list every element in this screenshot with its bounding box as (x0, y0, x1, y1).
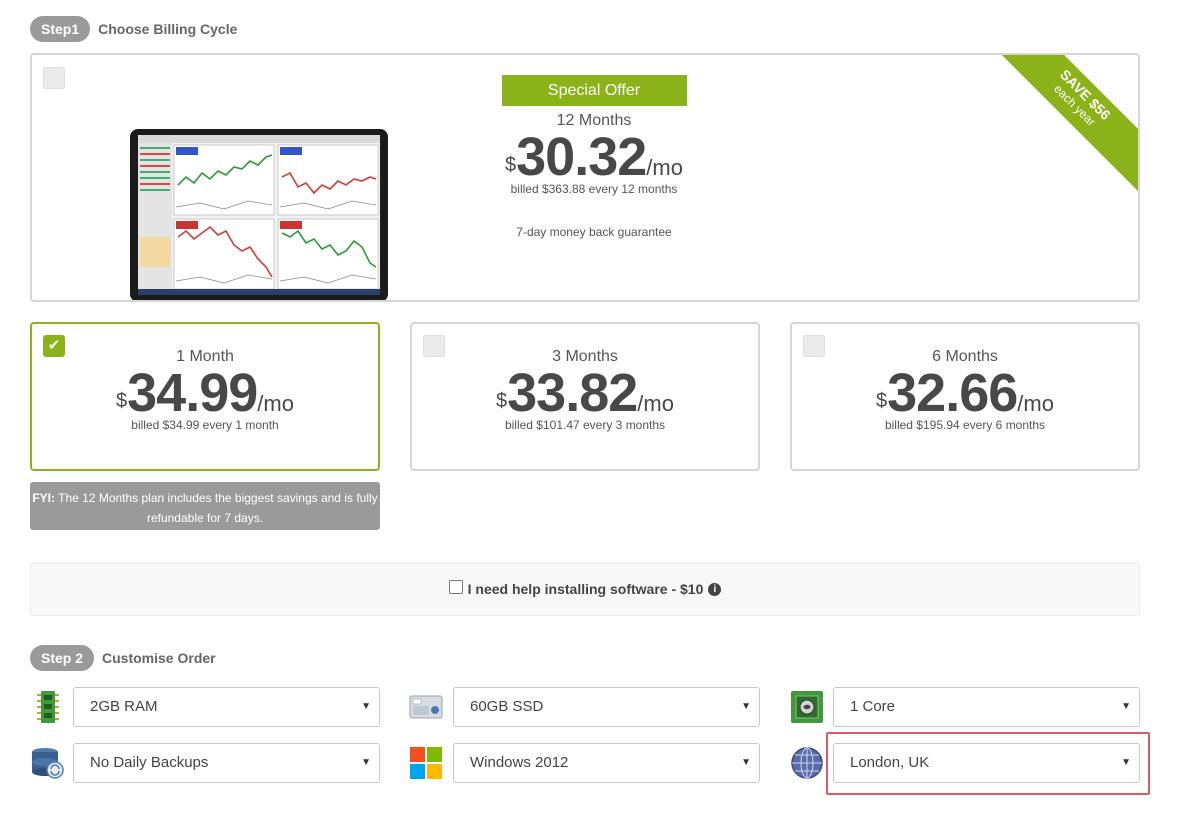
trading-platform-laptop-image (130, 129, 388, 300)
price-12-months: $30.32/mo (484, 126, 704, 188)
featured-plan-info: Special Offer 12 Months $30.32/mo billed… (484, 75, 704, 239)
plan-card-6-months[interactable]: 6 Months $32.66/mo billed $195.94 every … (790, 322, 1140, 471)
price-amount: 32.66 (887, 363, 1018, 423)
plan-card-3-months[interactable]: 3 Months $33.82/mo billed $101.47 every … (410, 322, 760, 471)
fyi-note: FYI: The 12 Months plan includes the big… (30, 482, 380, 530)
plan-info-3-months: 3 Months $33.82/mo billed $101.47 every … (412, 348, 758, 432)
price-amount: 34.99 (127, 363, 258, 423)
chevron-down-icon: ▼ (361, 701, 371, 712)
price-period: /mo (646, 155, 683, 180)
price-period: /mo (257, 391, 294, 416)
backups-select[interactable]: No Daily Backups ▼ (73, 743, 380, 783)
fyi-text: The 12 Months plan includes the biggest … (55, 491, 378, 525)
os-select-value: Windows 2012 (470, 754, 569, 771)
fyi-label: FYI: (32, 491, 56, 505)
plan-card-1-month[interactable]: ✔ 1 Month $34.99/mo billed $34.99 every … (30, 322, 380, 471)
ram-select-value: 2GB RAM (90, 698, 158, 715)
price-period: /mo (637, 391, 674, 416)
billed-text: billed $34.99 every 1 month (131, 418, 279, 432)
special-offer-badge: Special Offer (501, 75, 687, 106)
step1-badge: Step1 (30, 16, 91, 42)
price-amount: 30.32 (516, 127, 647, 187)
step2-badge: Step 2 (30, 645, 95, 671)
step1-title: Choose Billing Cycle (98, 21, 238, 37)
cpu-icon (791, 691, 823, 723)
storage-select-value: 60GB SSD (470, 698, 544, 715)
currency-symbol: $ (876, 390, 888, 412)
plan-info-6-months: 6 Months $32.66/mo billed $195.94 every … (792, 348, 1138, 432)
price-period: /mo (1017, 391, 1054, 416)
price-amount: 33.82 (507, 363, 638, 423)
price-3-months: $33.82/mo (412, 362, 758, 424)
currency-symbol: $ (116, 390, 128, 412)
globe-icon (791, 747, 823, 779)
billed-text: billed $101.47 every 3 months (504, 418, 666, 432)
ram-select[interactable]: 2GB RAM ▼ (73, 687, 380, 727)
info-icon[interactable]: i (708, 582, 722, 596)
money-back-guarantee: 7-day money back guarantee (516, 225, 672, 239)
windows-icon (410, 747, 442, 779)
install-help-checkbox[interactable] (448, 580, 463, 594)
currency-symbol: $ (505, 154, 517, 176)
price-1-month: $34.99/mo (32, 362, 378, 424)
backups-select-value: No Daily Backups (90, 754, 209, 771)
savings-ribbon: SAVE $56 each year (989, 55, 1138, 191)
cpu-select-value: 1 Core (850, 698, 896, 715)
install-help-label[interactable]: I need help installing software - $10 (468, 581, 704, 597)
billed-text-12-months: billed $363.88 every 12 months (510, 182, 678, 196)
chevron-down-icon: ▼ (361, 757, 371, 768)
os-select[interactable]: Windows 2012 ▼ (453, 743, 760, 783)
chevron-down-icon: ▼ (1121, 701, 1131, 712)
chevron-down-icon: ▼ (741, 701, 751, 712)
billed-text: billed $195.94 every 6 months (884, 418, 1046, 432)
step2-header: Step 2 Customise Order (30, 645, 216, 671)
ssd-icon (409, 695, 443, 719)
currency-symbol: $ (496, 390, 508, 412)
ram-icon (37, 691, 59, 723)
backup-icon (32, 748, 64, 779)
plan-card-12-months[interactable]: Special Offer 12 Months $30.32/mo billed… (30, 53, 1140, 302)
step2-title: Customise Order (102, 650, 216, 666)
location-highlight-box (826, 732, 1150, 795)
price-6-months: $32.66/mo (792, 362, 1138, 424)
plan-checkbox-12-months[interactable] (43, 67, 65, 89)
storage-select[interactable]: 60GB SSD ▼ (453, 687, 760, 727)
chevron-down-icon: ▼ (741, 757, 751, 768)
cpu-select[interactable]: 1 Core ▼ (833, 687, 1140, 727)
install-help-option: I need help installing software - $10 i (30, 562, 1140, 616)
plan-info-1-month: 1 Month $34.99/mo billed $34.99 every 1 … (32, 348, 378, 432)
step1-header: Step1 Choose Billing Cycle (30, 16, 237, 42)
